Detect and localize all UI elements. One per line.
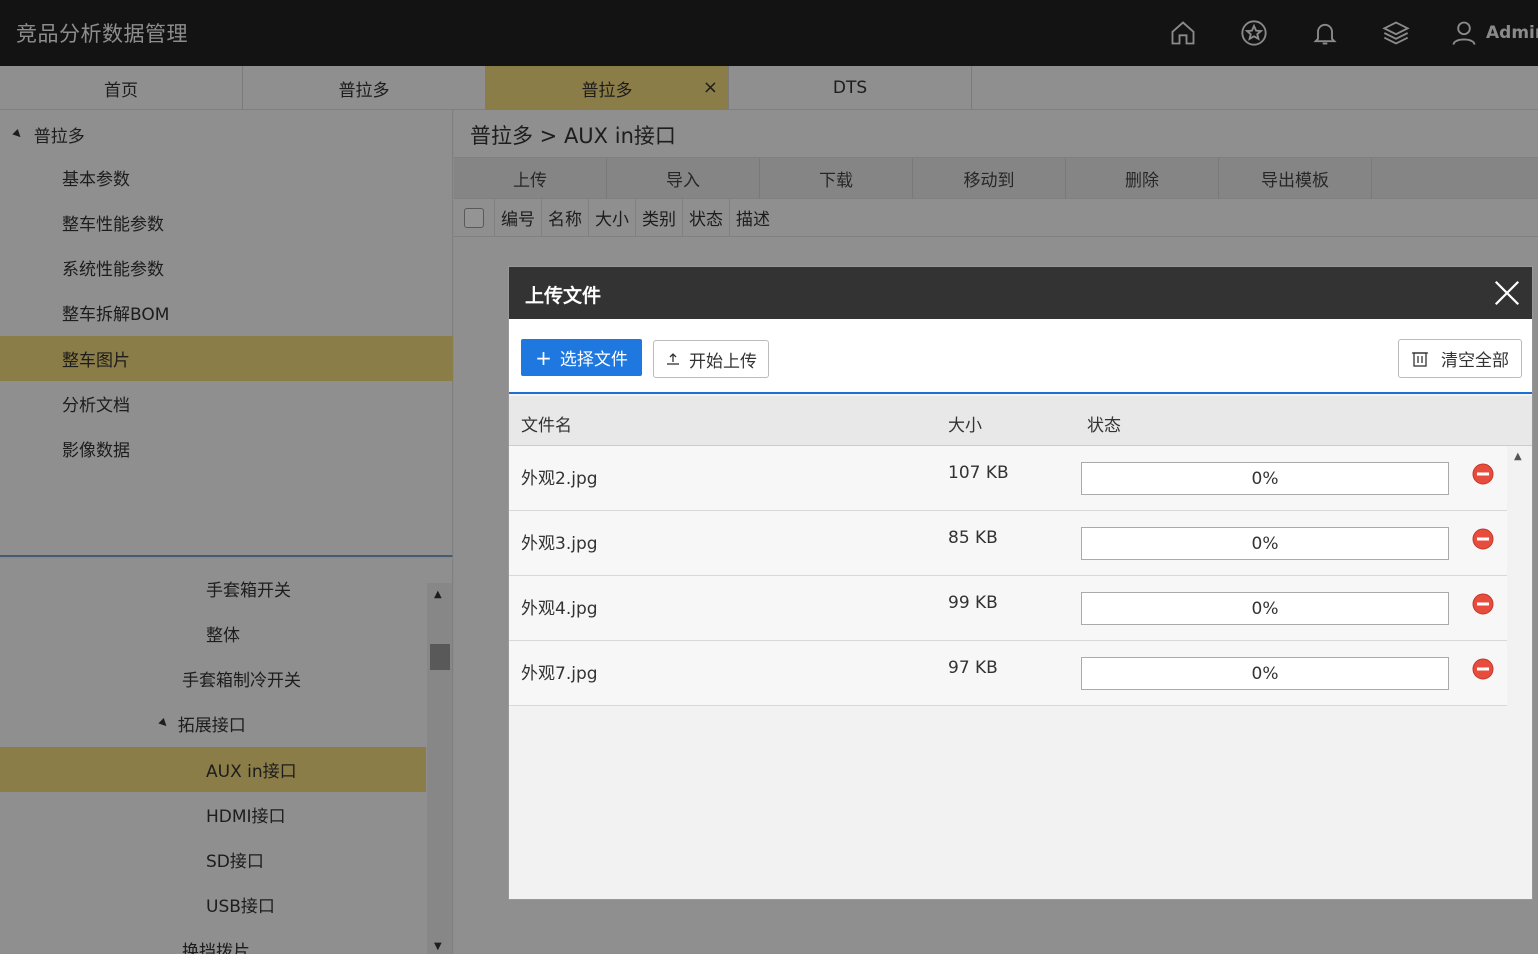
- button-label: 开始上传: [689, 351, 757, 372]
- file-list-scrollbar[interactable]: ▲: [1508, 447, 1532, 899]
- remove-icon[interactable]: [1472, 463, 1494, 485]
- table-row: 外观4.jpg 99 KB 0%: [509, 576, 1507, 641]
- dialog-header: 上传文件: [509, 267, 1532, 319]
- file-size: 97 KB: [948, 658, 998, 678]
- progress-bar: 0%: [1081, 592, 1449, 625]
- upload-icon: [667, 353, 679, 365]
- progress-bar: 0%: [1081, 527, 1449, 560]
- file-table-header: 文件名 大小 状态: [509, 396, 1532, 446]
- file-name: 外观2.jpg: [521, 469, 598, 489]
- file-size: 99 KB: [948, 593, 998, 613]
- close-icon[interactable]: [1492, 278, 1522, 308]
- file-name: 外观3.jpg: [521, 534, 598, 554]
- file-list: 外观2.jpg 107 KB 0% 外观3.jpg 85 KB 0% 外观4.j…: [509, 446, 1507, 706]
- table-row: 外观3.jpg 85 KB 0%: [509, 511, 1507, 576]
- file-name: 外观4.jpg: [521, 599, 598, 619]
- dialog-toolbar: + 选择文件 开始上传 清空全部: [509, 319, 1532, 394]
- remove-icon[interactable]: [1472, 528, 1494, 550]
- button-label: 清空全部: [1441, 351, 1509, 371]
- table-row: 外观7.jpg 97 KB 0%: [509, 641, 1507, 706]
- column-filename: 文件名: [521, 416, 572, 436]
- select-files-button[interactable]: + 选择文件: [521, 339, 642, 376]
- progress-bar: 0%: [1081, 462, 1449, 495]
- clear-all-button[interactable]: 清空全部: [1398, 339, 1522, 378]
- file-name: 外观7.jpg: [521, 664, 598, 684]
- button-label: 选择文件: [559, 350, 628, 370]
- file-size: 107 KB: [948, 463, 1009, 483]
- start-upload-button[interactable]: 开始上传: [653, 340, 769, 378]
- table-row: 外观2.jpg 107 KB 0%: [509, 446, 1507, 511]
- remove-icon[interactable]: [1472, 593, 1494, 615]
- trash-icon: [1412, 351, 1428, 367]
- dialog-title: 上传文件: [525, 285, 602, 307]
- remove-icon[interactable]: [1472, 658, 1494, 680]
- scroll-up-icon[interactable]: ▲: [1514, 451, 1522, 462]
- file-size: 85 KB: [948, 528, 998, 548]
- column-filesize: 大小: [948, 416, 982, 436]
- plus-icon: +: [535, 345, 552, 370]
- upload-dialog: 上传文件 + 选择文件 开始上传 清空全部 文件名 大小 状态 外观2.jpg 1…: [508, 266, 1533, 900]
- column-filestatus: 状态: [1087, 416, 1121, 436]
- app-root: 竞品分析数据管理 Admin 首页 普拉多 普拉多× DTS ▼普: [0, 0, 1538, 954]
- progress-bar: 0%: [1081, 657, 1449, 690]
